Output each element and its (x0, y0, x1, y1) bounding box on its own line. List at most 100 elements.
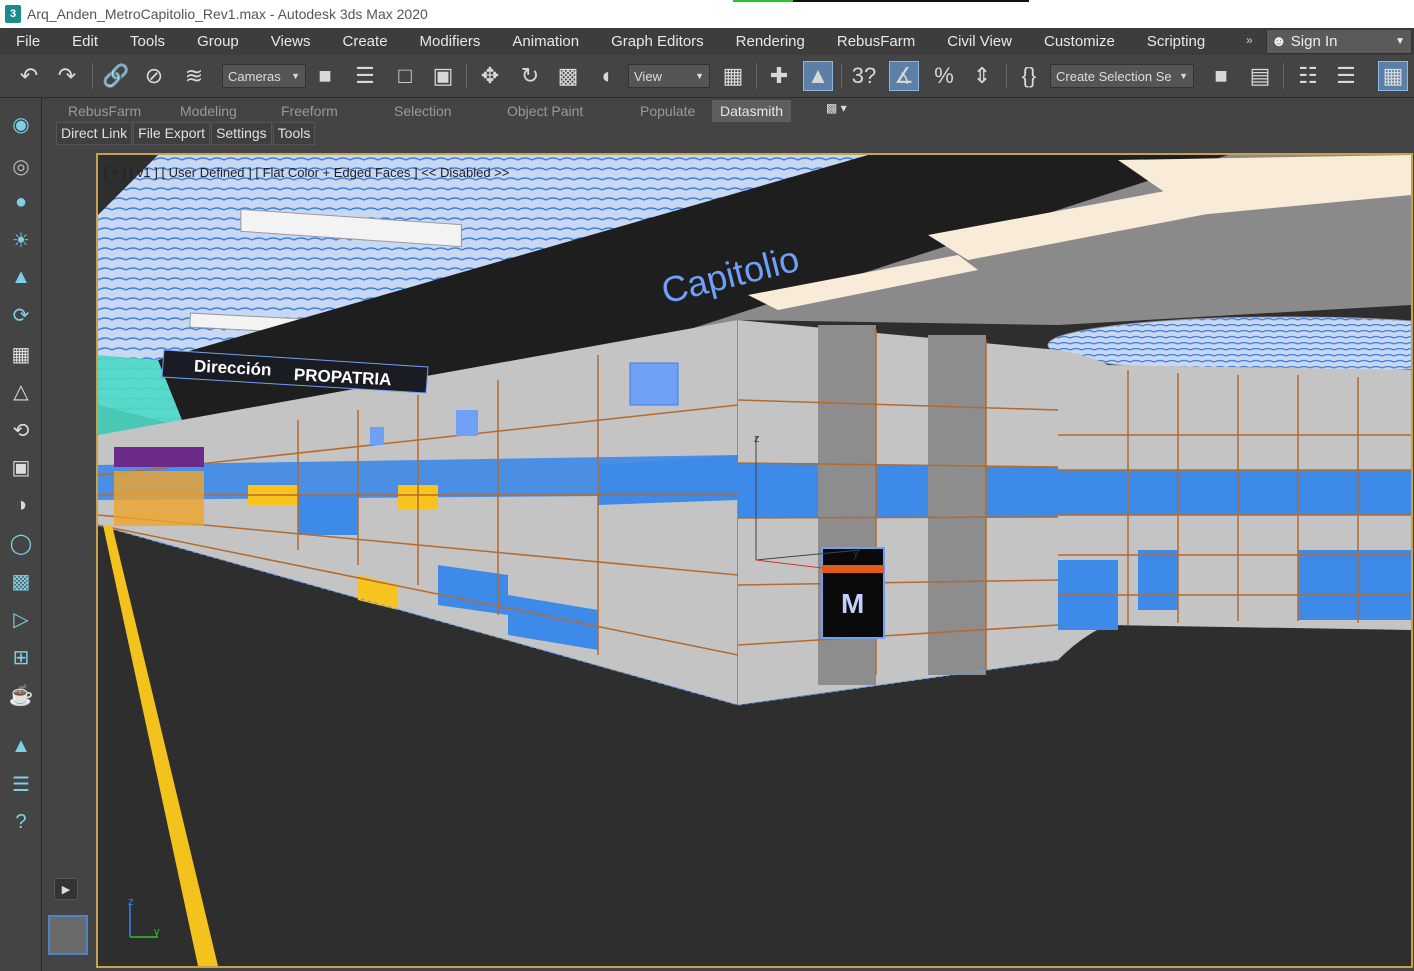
selection-set-value: Create Selection Se (1056, 68, 1172, 84)
tab-datasmith[interactable]: Datasmith (712, 100, 792, 122)
rect-selection-icon[interactable]: □ (390, 61, 420, 91)
axis-z-label: z (128, 896, 134, 908)
scene-explorer-icon[interactable]: ☷ (1293, 61, 1323, 91)
reference-coordinate-dropdown[interactable]: View ▼ (628, 64, 710, 88)
menu-group[interactable]: Group (181, 33, 255, 50)
menu-bar: File Edit Tools Group Views Create Modif… (0, 28, 1414, 55)
light-bulb-icon[interactable]: ● (5, 186, 37, 218)
sun-icon[interactable]: ☀ (5, 224, 37, 256)
panorama-icon[interactable]: ▦ (5, 338, 37, 370)
angle-snap-icon[interactable]: ∡ (889, 61, 919, 91)
viewport-label[interactable]: [ + ] [ v1 ] [ User Defined ] [ Flat Col… (104, 165, 509, 180)
menu-views[interactable]: Views (255, 33, 327, 50)
image-icon[interactable]: ▣ (5, 451, 37, 483)
cameras-dropdown-value: Cameras (228, 68, 281, 84)
tree-icon[interactable]: ▲ (5, 261, 37, 293)
tab-rebusfarm[interactable]: RebusFarm (60, 100, 149, 122)
taskbar-progress (733, 0, 1029, 2)
metro-logo: M (841, 588, 864, 619)
scale-icon[interactable]: ▩ (553, 61, 583, 91)
subtab-direct-link[interactable]: Direct Link (56, 122, 133, 145)
tab-modeling[interactable]: Modeling (172, 100, 245, 122)
command-panel: ◉ ◎ ● ☀ ▲ ⟳ ▦ △ ⟲ ▣ ◑ ◯ ▩ ▷ ⊞ ☕ ▲ ☰ ? (0, 98, 42, 971)
viewport-icon[interactable]: ⊞ (5, 641, 37, 673)
teapot-rotate-icon[interactable]: ⟲ (5, 414, 37, 446)
viewport-layout-button[interactable] (48, 915, 88, 955)
tab-selection[interactable]: Selection (386, 100, 460, 122)
link-icon[interactable]: 🔗 (101, 61, 131, 91)
ribbon-options-icon[interactable]: ▩ ▾ (826, 101, 847, 115)
menu-overflow-button[interactable]: » (1246, 33, 1253, 47)
subtab-settings[interactable]: Settings (211, 122, 272, 145)
axis-y-label: y (154, 926, 160, 938)
tab-populate[interactable]: Populate (632, 100, 703, 122)
unlink-icon[interactable]: ⊘ (139, 61, 169, 91)
align-icon[interactable]: ▤ (1245, 61, 1275, 91)
menu-rendering[interactable]: Rendering (720, 33, 821, 50)
orbit-icon[interactable]: ⟳ (5, 299, 37, 331)
select-manipulate-icon[interactable]: ✚ (764, 61, 794, 91)
tab-object-paint[interactable]: Object Paint (499, 100, 591, 122)
gizmo-z-label: z (754, 433, 760, 445)
menu-rebusfarm[interactable]: RebusFarm (821, 33, 931, 50)
named-selection-icon[interactable]: {} (1014, 61, 1044, 91)
undo-icon[interactable]: ↶ (14, 61, 44, 91)
menu-modifiers[interactable]: Modifiers (404, 33, 497, 50)
sphere-icon[interactable]: ◑ (5, 489, 37, 521)
move-icon[interactable]: ✥ (475, 61, 505, 91)
list-icon[interactable]: ☰ (5, 768, 37, 800)
cameras-dropdown[interactable]: Cameras ▼ (222, 64, 306, 88)
render-setup-icon[interactable]: ▷ (5, 603, 37, 635)
subtab-file-export[interactable]: File Export (133, 122, 211, 145)
snap-icon[interactable]: 3? (849, 61, 879, 91)
user-icon: ☻ (1271, 33, 1287, 50)
teapot-icon[interactable]: ☕ (5, 679, 37, 711)
menu-create[interactable]: Create (327, 33, 404, 50)
app-icon[interactable]: 3 (5, 5, 21, 23)
layer-explorer-icon[interactable]: ☰ (1331, 61, 1361, 91)
window-title: Arq_Anden_MetroCapitolio_Rev1.max - Auto… (27, 6, 428, 22)
ribbon-toggle-icon[interactable]: ▦ (1378, 61, 1408, 91)
render-frame-icon[interactable]: ▩ (5, 565, 37, 597)
rotate-icon[interactable]: ↻ (515, 61, 545, 91)
menu-animation[interactable]: Animation (496, 33, 595, 50)
redo-icon[interactable]: ↷ (52, 61, 82, 91)
pivot-center-icon[interactable]: ▦ (718, 61, 748, 91)
selection-set-dropdown[interactable]: Create Selection Se ▼ (1050, 64, 1194, 88)
place-icon[interactable]: ◐ (593, 61, 623, 91)
bind-spacewarp-icon[interactable]: ≋ (179, 61, 209, 91)
select-object-icon[interactable]: ■ (310, 61, 340, 91)
sign-in-button[interactable]: ☻ Sign In ▼ (1266, 29, 1412, 54)
select-by-name-icon[interactable]: ☰ (350, 61, 380, 91)
play-icon[interactable]: ▶ (54, 878, 78, 900)
spinner-snap-icon[interactable]: ⇕ (967, 61, 997, 91)
tab-freeform[interactable]: Freeform (273, 100, 346, 122)
menu-tools[interactable]: Tools (114, 33, 181, 50)
camera-target-icon[interactable]: ◎ (5, 150, 37, 182)
direction-sign-left: Dirección (194, 357, 272, 380)
keyboard-shortcut-override-icon[interactable]: ▲ (803, 61, 833, 91)
menu-edit[interactable]: Edit (56, 33, 114, 50)
menu-scripting[interactable]: Scripting (1131, 33, 1221, 50)
menu-customize[interactable]: Customize (1028, 33, 1131, 50)
viewport[interactable]: Capitolio Dirección PROPATRIA M z y z y … (96, 153, 1413, 968)
chevron-down-icon: ▼ (1395, 36, 1405, 47)
percent-snap-icon[interactable]: % (929, 61, 959, 91)
mirror-icon[interactable]: ■ (1206, 61, 1236, 91)
camera-icon[interactable]: ◉ (5, 108, 37, 140)
sign-in-label: Sign In (1290, 33, 1338, 50)
menu-civil-view[interactable]: Civil View (931, 33, 1028, 50)
main-toolbar: ↶ ↷ 🔗 ⊘ ≋ Cameras ▼ ■ ☰ □ ▣ ✥ ↻ ▩ ◐ View… (0, 55, 1414, 98)
viewport-side-strip: ▶ (42, 150, 94, 971)
lamp-icon[interactable]: ◯ (5, 527, 37, 559)
menu-file[interactable]: File (0, 33, 56, 50)
trees-icon[interactable]: ▲ (5, 730, 37, 762)
gizmo-y-label: y (853, 548, 859, 560)
subtab-tools[interactable]: Tools (272, 122, 316, 145)
menu-graph-editors[interactable]: Graph Editors (595, 33, 720, 50)
help-icon[interactable]: ? (5, 806, 37, 838)
window-crossing-icon[interactable]: ▣ (428, 61, 458, 91)
title-bar: 3 Arq_Anden_MetroCapitolio_Rev1.max - Au… (0, 0, 1414, 28)
scene-render: Capitolio Dirección PROPATRIA M z y z y (98, 155, 1411, 966)
tree-small-icon[interactable]: △ (5, 375, 37, 407)
